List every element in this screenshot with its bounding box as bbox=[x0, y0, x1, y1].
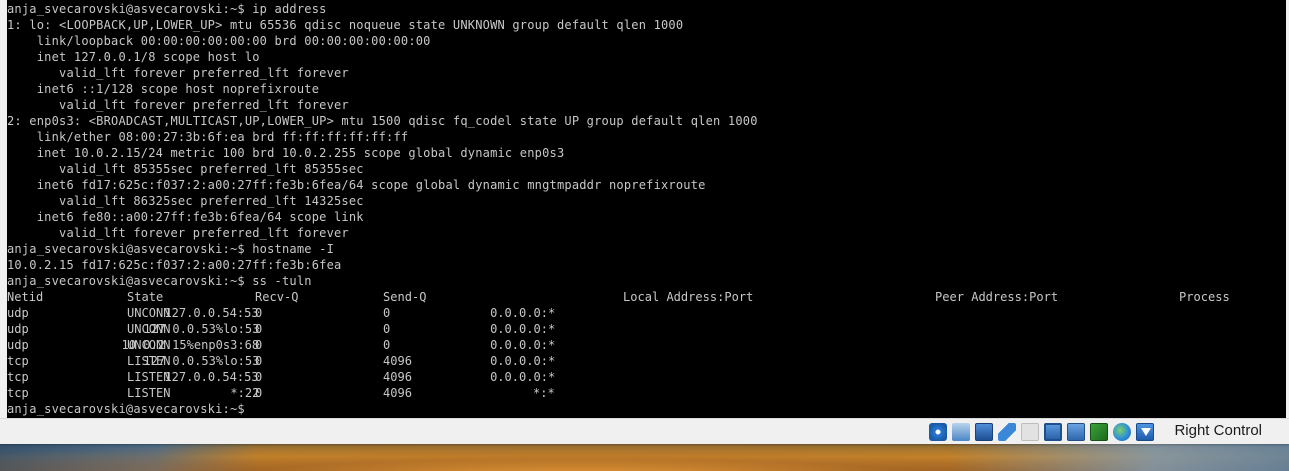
ss-local-address: 127.0.0.53%lo:53 bbox=[143, 353, 259, 368]
terminal-line: link/ether 08:00:27:3b:6f:ea brd ff:ff:f… bbox=[7, 129, 409, 144]
wallpaper-right-glow bbox=[949, 443, 1289, 471]
ss-header-state: State bbox=[127, 289, 164, 304]
ss-local-address: 127.0.0.54:53 bbox=[164, 305, 259, 320]
ss-socket-row: udp UNCONN 0 0 127.0.0.54:53 0.0.0.0:* bbox=[7, 305, 793, 321]
terminal-line: 1: lo: <LOOPBACK,UP,LOWER_UP> mtu 65536 … bbox=[7, 17, 684, 32]
ss-send-q: 4096 bbox=[383, 369, 412, 384]
ss-output-table: Netid State Recv-Q Send-Q Local Address:… bbox=[7, 289, 1230, 401]
host-key-label[interactable]: Right Control bbox=[1174, 422, 1262, 439]
ss-state: LISTEN bbox=[127, 385, 171, 400]
terminal-line: inet6 fe80::a00:27ff:fe3b:6fea/64 scope … bbox=[7, 209, 364, 224]
globe-icon[interactable] bbox=[1113, 422, 1131, 441]
ss-send-q: 0 bbox=[383, 337, 391, 352]
ss-header-peer-address: Peer Address:Port bbox=[935, 289, 1059, 304]
ss-netid: udp bbox=[7, 321, 29, 336]
ss-socket-row: udp UNCONN 0 0 127.0.0.53%lo:53 0.0.0.0:… bbox=[7, 321, 793, 337]
display-window-icon[interactable] bbox=[975, 422, 993, 441]
ss-netid: udp bbox=[7, 337, 29, 352]
terminal-line: 10.0.2.15 fd17:625c:f037:2:a00:27ff:fe3b… bbox=[7, 257, 342, 272]
terminal-line: anja_svecarovski@asvecarovski:~$ hostnam… bbox=[7, 241, 335, 256]
ss-netid: udp bbox=[7, 305, 29, 320]
vm-status-bar: Right Control bbox=[0, 418, 1289, 444]
optical-disk-icon[interactable] bbox=[929, 422, 947, 441]
ss-socket-row: tcp LISTEN 0 4096 127.0.0.54:53 0.0.0.0:… bbox=[7, 369, 793, 385]
terminal-line: inet 10.0.2.15/24 metric 100 brd 10.0.2.… bbox=[7, 145, 565, 160]
ss-peer-address: 0.0.0.0:* bbox=[489, 369, 555, 384]
cpu-chip-icon[interactable] bbox=[1090, 422, 1108, 441]
ss-peer-address: *:* bbox=[533, 385, 555, 400]
status-bar-device-icons bbox=[929, 422, 1154, 441]
ss-peer-address: 0.0.0.0:* bbox=[489, 353, 555, 368]
ss-peer-address: 0.0.0.0:* bbox=[489, 337, 555, 352]
usb-pencil-icon[interactable] bbox=[998, 422, 1016, 441]
terminal-output[interactable]: anja_svecarovski@asvecarovski:~$ ip addr… bbox=[7, 1, 1230, 417]
audio-blank-icon[interactable] bbox=[1021, 422, 1039, 441]
ss-send-q: 0 bbox=[383, 321, 391, 336]
terminal-line: anja_svecarovski@asvecarovski:~$ ip addr… bbox=[7, 1, 327, 16]
terminal-line: anja_svecarovski@asvecarovski:~$ ss -tul… bbox=[7, 273, 312, 288]
ss-header-row: Netid State Recv-Q Send-Q Local Address:… bbox=[7, 289, 1230, 305]
terminal-line: 2: enp0s3: <BROADCAST,MULTICAST,UP,LOWER… bbox=[7, 113, 758, 128]
ss-local-address: 10.0.2.15%enp0s3:68 bbox=[121, 337, 259, 352]
ss-socket-row: tcp LISTEN 0 4096 *:22 *:* bbox=[7, 385, 793, 401]
ss-local-address: 127.0.0.54:53 bbox=[164, 369, 259, 384]
terminal-line: valid_lft forever preferred_lft forever bbox=[7, 65, 349, 80]
ss-local-address: 127.0.0.53%lo:53 bbox=[143, 321, 259, 336]
monitor-icon[interactable] bbox=[1044, 422, 1062, 441]
virtualbox-vm-window[interactable]: anja_svecarovski@asvecarovski:~$ ip addr… bbox=[0, 0, 1289, 444]
ss-send-q: 4096 bbox=[383, 353, 412, 368]
terminal-line: inet 127.0.0.1/8 scope host lo bbox=[7, 49, 260, 64]
terminal-line: valid_lft forever preferred_lft forever bbox=[7, 225, 349, 240]
ss-header-send-q: Send-Q bbox=[383, 289, 427, 304]
ss-send-q: 4096 bbox=[383, 385, 412, 400]
ss-socket-row: tcp LISTEN 0 4096 127.0.0.53%lo:53 0.0.0… bbox=[7, 353, 793, 369]
terminal-line: valid_lft 85355sec preferred_lft 85355se… bbox=[7, 161, 364, 176]
ss-peer-address: 0.0.0.0:* bbox=[489, 305, 555, 320]
ss-netid: tcp bbox=[7, 353, 29, 368]
shared-folder-network-icon[interactable] bbox=[952, 422, 970, 441]
ss-peer-address: 0.0.0.0:* bbox=[489, 321, 555, 336]
terminal-line: valid_lft 86325sec preferred_lft 14325se… bbox=[7, 193, 364, 208]
ss-header-netid: Netid bbox=[7, 289, 44, 304]
ss-header-recv-q: Recv-Q bbox=[255, 289, 299, 304]
ss-netid: tcp bbox=[7, 385, 29, 400]
ss-header-local-address: Local Address:Port bbox=[623, 289, 754, 304]
terminal-line: valid_lft forever preferred_lft forever bbox=[7, 97, 349, 112]
ss-header-process: Process bbox=[1179, 289, 1230, 304]
terminal-line: link/loopback 00:00:00:00:00:00 brd 00:0… bbox=[7, 33, 431, 48]
ss-socket-row: udp UNCONN 0 0 10.0.2.15%enp0s3:68 0.0.0… bbox=[7, 337, 793, 353]
mouse-integration-arrow-icon[interactable] bbox=[1136, 422, 1154, 441]
terminal-line: inet6 fd17:625c:f037:2:a00:27ff:fe3b:6fe… bbox=[7, 177, 706, 192]
terminal-prompt[interactable]: anja_svecarovski@asvecarovski:~$ bbox=[7, 401, 758, 417]
ss-netid: tcp bbox=[7, 369, 29, 384]
ss-local-address: *:22 bbox=[230, 385, 259, 400]
vm-guest-screen[interactable]: anja_svecarovski@asvecarovski:~$ ip addr… bbox=[7, 0, 1286, 418]
ss-send-q: 0 bbox=[383, 305, 391, 320]
network-adapters-icon[interactable] bbox=[1067, 422, 1085, 441]
terminal-line: inet6 ::1/128 scope host noprefixroute bbox=[7, 81, 320, 96]
